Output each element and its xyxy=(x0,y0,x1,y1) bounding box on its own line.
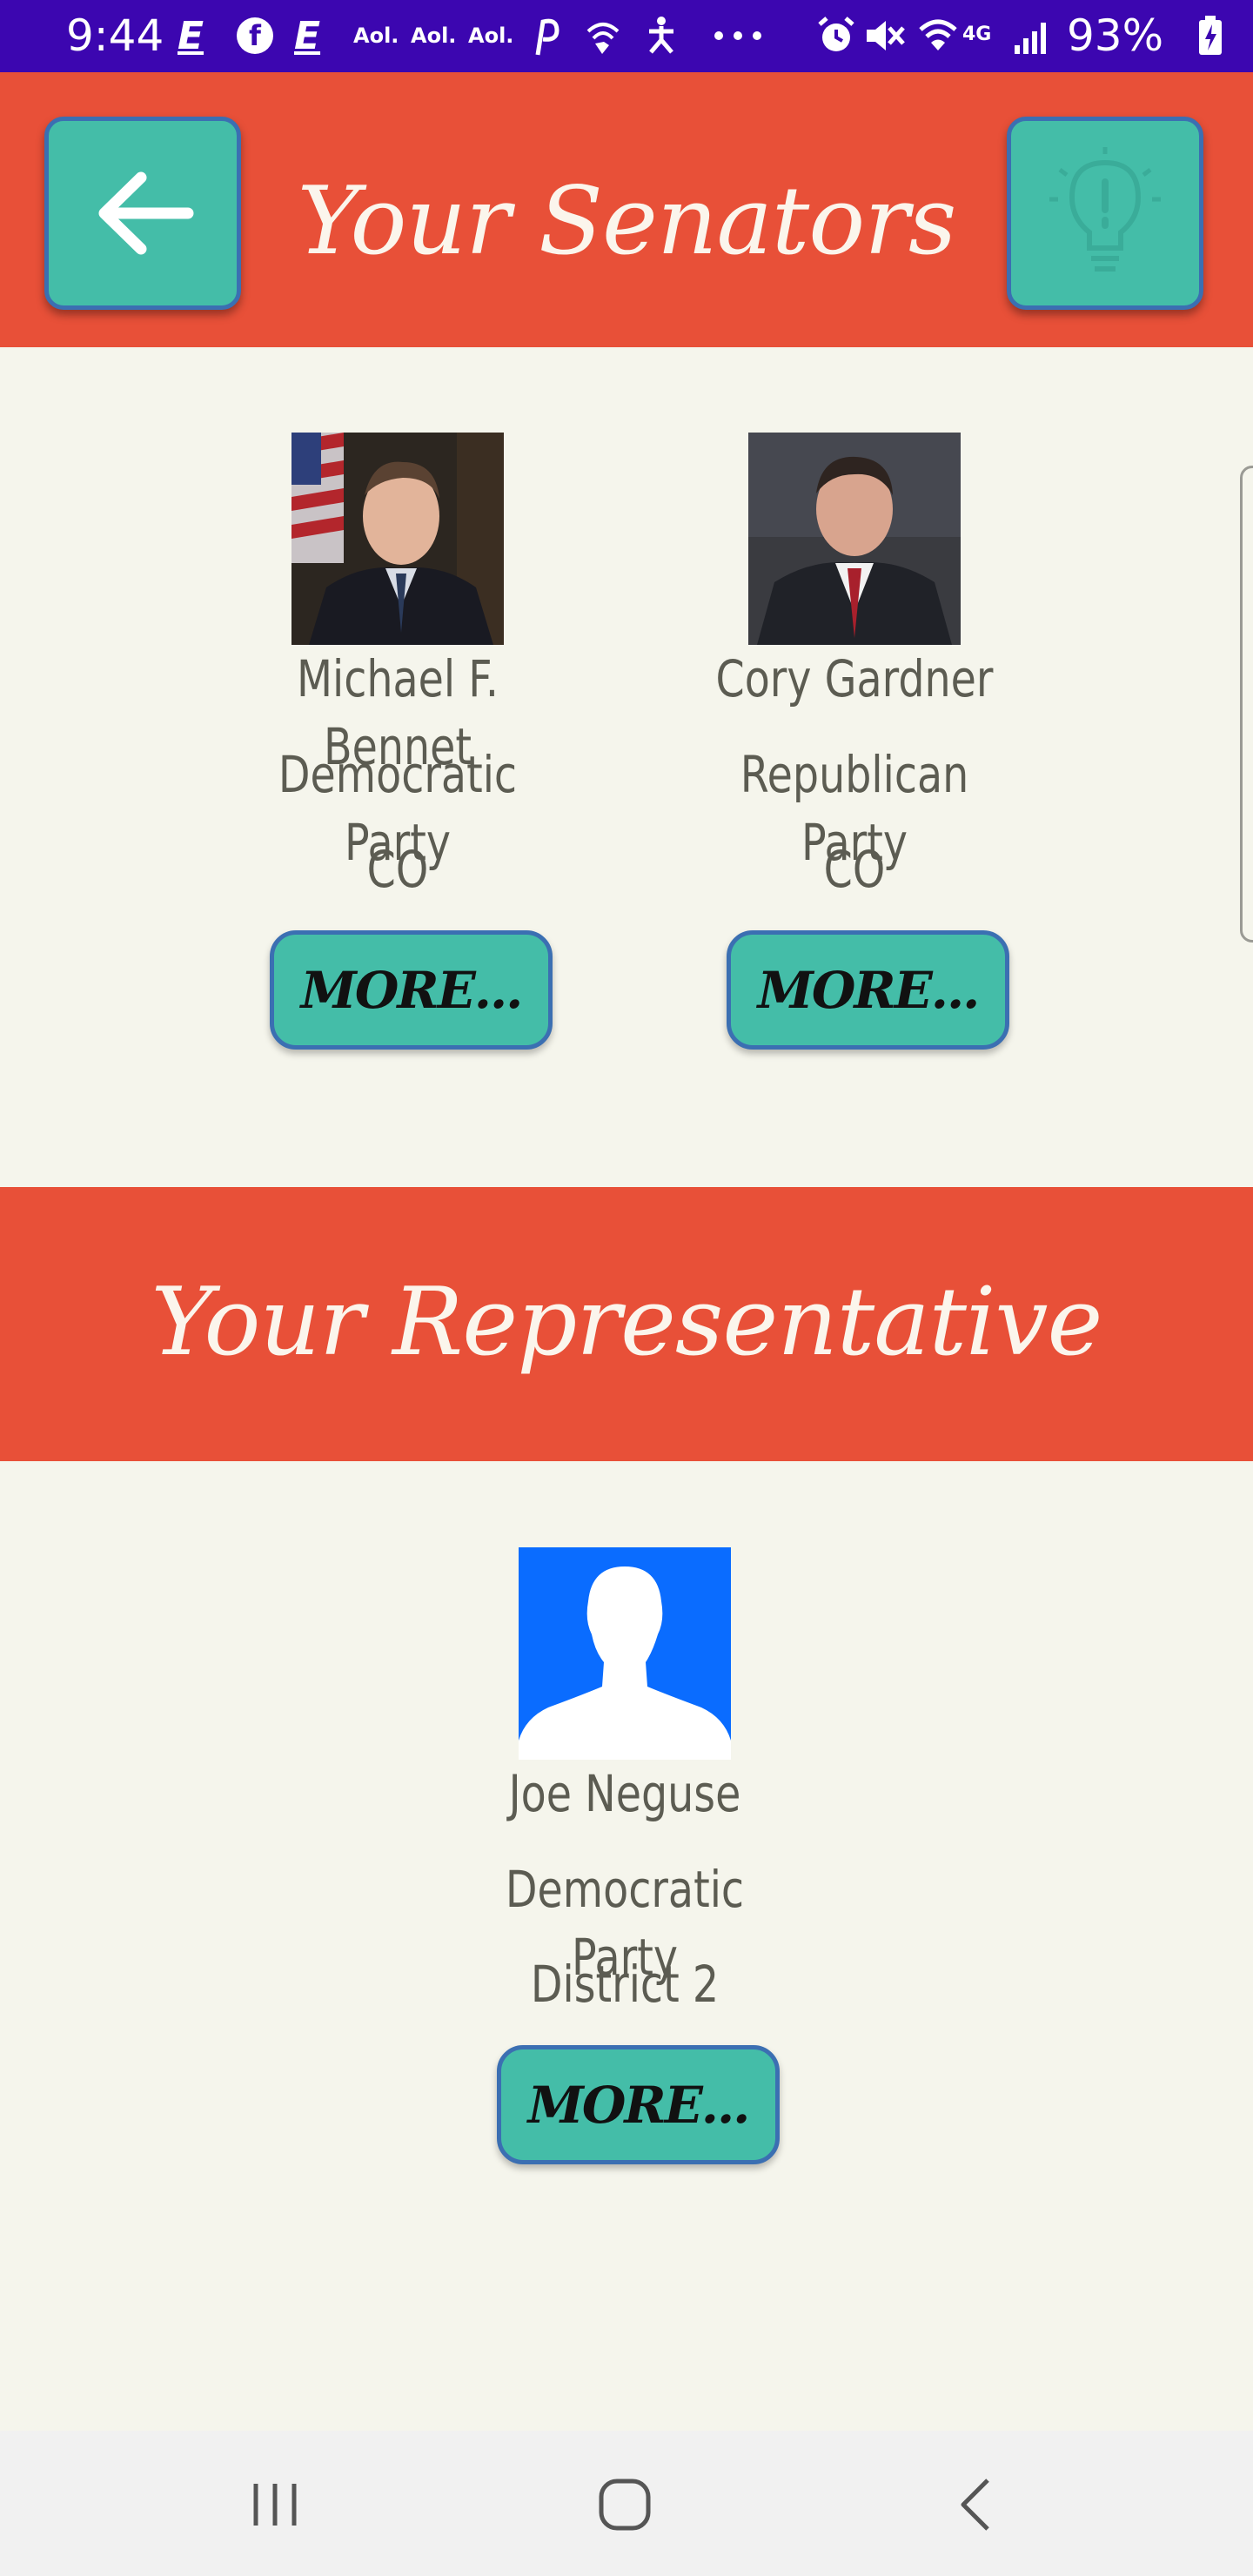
wifi-call-icon xyxy=(583,12,623,59)
pinterest-icon xyxy=(531,12,560,59)
scroll-indicator xyxy=(1240,466,1253,943)
senator-card: Cory Gardner Republican Party CO MORE... xyxy=(646,433,1063,1059)
aol-icon: Aol. xyxy=(411,23,457,48)
battery-percent: 93% xyxy=(1067,10,1164,61)
senator-photo[interactable] xyxy=(748,433,961,645)
engadget-icon: E xyxy=(178,13,204,58)
navigation-bar xyxy=(0,2431,1253,2576)
tip-button[interactable] xyxy=(1007,117,1203,310)
more-dots-icon xyxy=(714,12,762,59)
aol-icon: Aol. xyxy=(353,23,399,48)
senator-state: CO xyxy=(823,840,886,899)
engadget-icon: E xyxy=(294,13,321,58)
senator-more-button[interactable]: MORE... xyxy=(270,930,553,1050)
senator-more-button[interactable]: MORE... xyxy=(727,930,1009,1050)
senator-card: Michael F. Bennet Democratic Party CO MO… xyxy=(189,433,606,1059)
arrow-left-icon xyxy=(98,171,194,255)
signal-icon xyxy=(1013,12,1053,59)
lightbulb-icon xyxy=(1049,147,1161,272)
mute-icon xyxy=(863,12,905,59)
status-time: 9:44 xyxy=(66,10,164,61)
alarm-icon xyxy=(816,12,856,59)
senator-photo[interactable] xyxy=(291,433,504,645)
wifi-icon xyxy=(917,12,959,59)
aol-icon: Aol. xyxy=(468,23,514,48)
lte-icon: 4G xyxy=(962,23,992,45)
accessibility-icon xyxy=(644,12,679,59)
back-icon[interactable] xyxy=(931,2465,1018,2544)
home-icon[interactable] xyxy=(581,2465,668,2544)
facebook-icon: f xyxy=(237,12,273,59)
back-button[interactable] xyxy=(44,117,241,310)
status-bar: 9:44 E f E Aol. Aol. Aol. 4G 93% xyxy=(0,0,1253,72)
representative-district: District 2 xyxy=(530,1955,720,2014)
screen: 9:44 E f E Aol. Aol. Aol. 4G 93% Your Se… xyxy=(0,0,1253,2576)
representative-name: Joe Neguse xyxy=(508,1764,741,1823)
representative-title: Your Representative xyxy=(151,1268,1103,1377)
representative-more-button[interactable]: MORE... xyxy=(497,2045,780,2164)
battery-icon xyxy=(1197,12,1223,59)
representative-card: Joe Neguse Democratic Party District 2 M… xyxy=(416,1547,834,2174)
recent-apps-icon[interactable] xyxy=(231,2465,318,2544)
senator-name: Cory Gardner xyxy=(715,649,994,708)
senator-state: CO xyxy=(366,840,429,899)
avatar-placeholder[interactable] xyxy=(519,1547,731,1760)
page-title: Your Senators xyxy=(297,167,957,276)
